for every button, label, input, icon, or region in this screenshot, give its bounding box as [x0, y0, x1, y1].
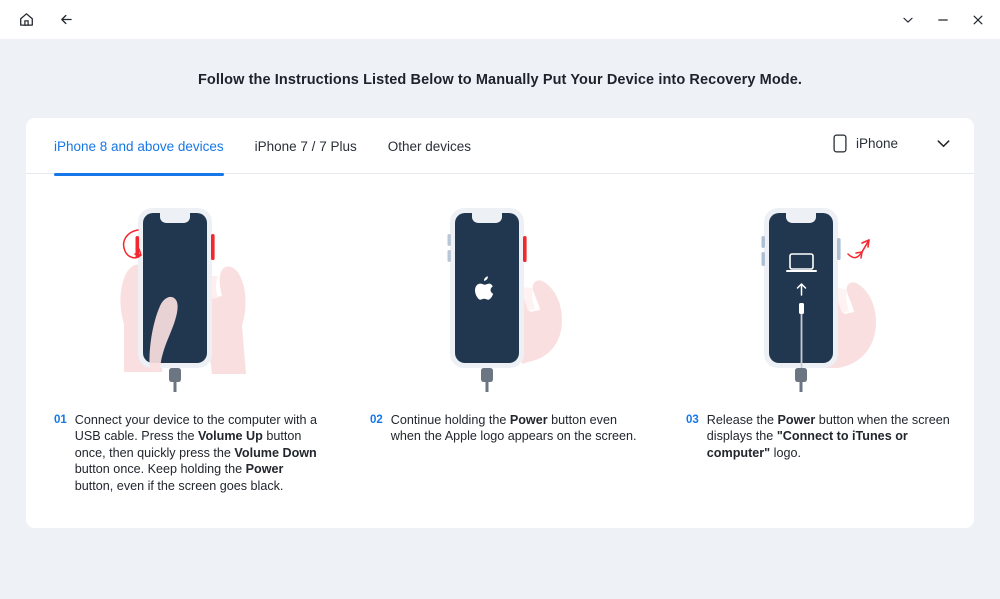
step-03-number: 03 [686, 414, 699, 426]
back-button[interactable] [53, 7, 79, 33]
home-button[interactable] [13, 7, 39, 33]
steps-container: 01 Connect your device to the computer w… [26, 174, 974, 494]
chevron-down-icon [903, 17, 913, 23]
tab-iphone-8-and-above[interactable]: iPhone 8 and above devices [54, 118, 224, 175]
tab-other-devices[interactable]: Other devices [388, 118, 471, 154]
chevron-down-icon [937, 140, 950, 148]
step-02-number: 02 [370, 414, 383, 426]
two-hands-holding-iphone-icon [120, 208, 246, 392]
step-03-description: Release the Power button when the screen… [706, 413, 950, 460]
page-title: Follow the Instructions Listed Below to … [197, 72, 803, 88]
hand-holding-iphone-apple-logo-icon [447, 208, 562, 392]
close-button[interactable] [966, 8, 990, 32]
window-menu-button[interactable] [896, 8, 920, 32]
minimize-button[interactable] [931, 8, 955, 32]
tab-iphone-7[interactable]: iPhone 7 / 7 Plus [255, 118, 357, 154]
illustration-step-03 [658, 196, 974, 396]
step-03-text-row: 03 Release the Power button when the scr… [658, 412, 974, 461]
device-selector[interactable]: iPhone [833, 134, 952, 153]
step-02-description: Continue holding the Power button even w… [390, 413, 637, 444]
hand-releasing-iphone-connect-to-itunes-icon [761, 208, 876, 392]
tabs-bar: iPhone 8 and above devices iPhone 7 / 7 … [26, 118, 974, 175]
minimize-icon [938, 18, 948, 21]
step-02: 02 Continue holding the Power button eve… [342, 174, 658, 494]
device-selector-label: iPhone [855, 136, 898, 151]
illustration-step-02 [342, 196, 658, 396]
instructions-card: iPhone 8 and above devices iPhone 7 / 7 … [26, 118, 974, 528]
back-arrow-icon [60, 14, 72, 25]
phone-icon [833, 134, 847, 153]
title-bar [0, 0, 1000, 39]
step-01-text-row: 01 Connect your device to the computer w… [26, 412, 342, 494]
step-01-description: Connect your device to the computer with… [74, 413, 318, 493]
illustration-step-01 [26, 196, 342, 396]
home-icon [19, 13, 33, 26]
step-01-number: 01 [54, 414, 67, 426]
window-controls [896, 0, 990, 39]
title-bar-left-controls [0, 7, 79, 33]
step-02-text-row: 02 Continue holding the Power button eve… [342, 412, 658, 445]
device-selector-chevron[interactable] [935, 135, 952, 152]
step-01: 01 Connect your device to the computer w… [26, 174, 342, 494]
step-03: 03 Release the Power button when the scr… [658, 174, 974, 494]
close-icon [973, 15, 983, 24]
tab-list: iPhone 8 and above devices iPhone 7 / 7 … [26, 118, 502, 175]
